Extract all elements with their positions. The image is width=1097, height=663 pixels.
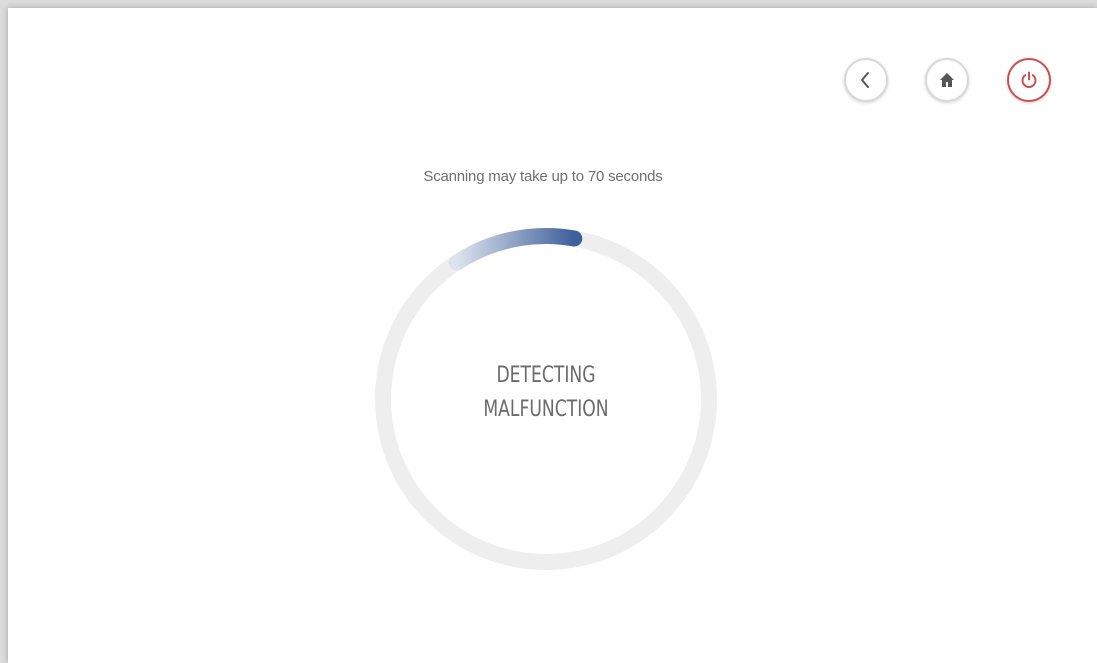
chevron-left-icon [861, 72, 869, 88]
home-button[interactable] [925, 58, 969, 102]
power-button[interactable] [1007, 58, 1051, 102]
status-text: DETECTING MALFUNCTION [409, 359, 684, 427]
status-line-1: DETECTING [496, 363, 596, 388]
progress-ring: DETECTING MALFUNCTION [370, 223, 722, 575]
status-line-2: MALFUNCTION [483, 397, 609, 422]
power-icon [1021, 71, 1037, 88]
home-icon [940, 73, 954, 87]
scan-hint-text: Scanning may take up to 70 seconds [423, 168, 663, 185]
back-button[interactable] [844, 58, 888, 102]
progress-arc [448, 228, 583, 271]
screen: Scanning may take up to 70 seconds DETEC… [8, 8, 1097, 663]
